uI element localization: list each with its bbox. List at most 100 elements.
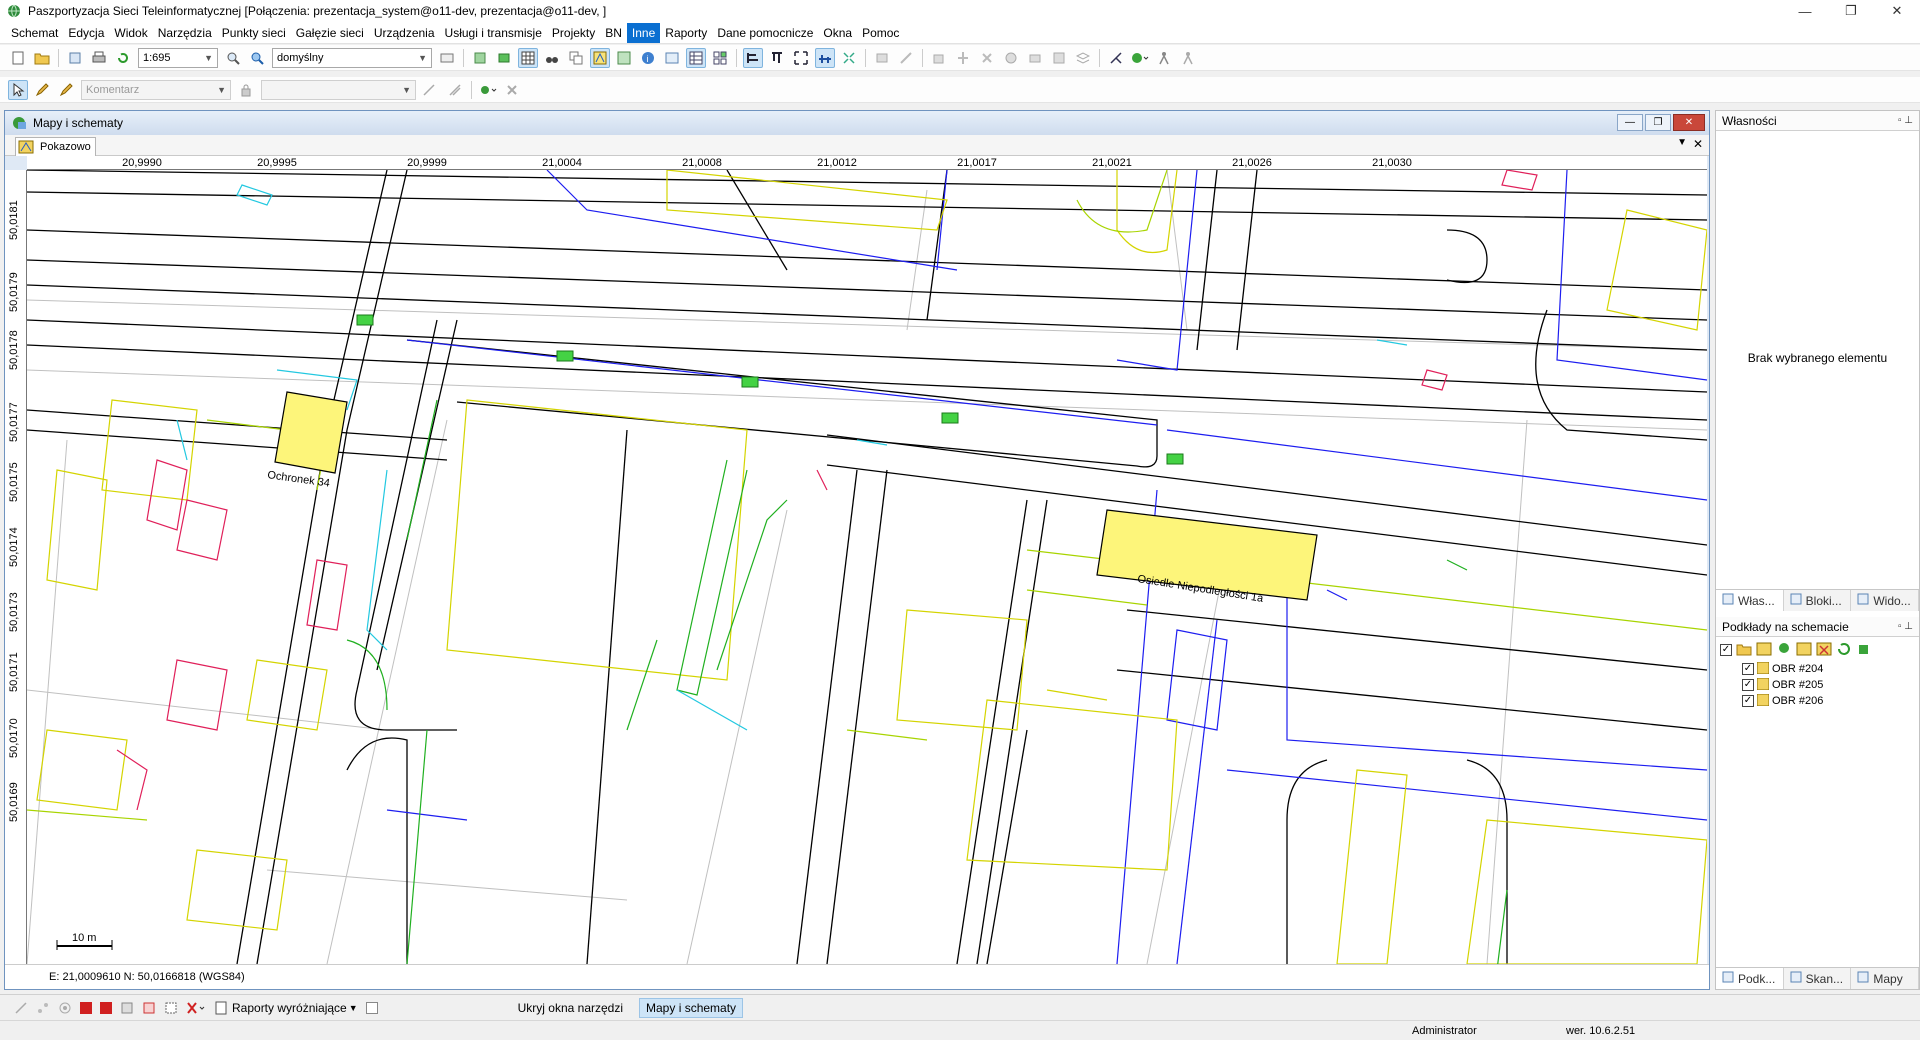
line-weight-icon[interactable]: [445, 80, 465, 100]
grid-view-icon[interactable]: [518, 47, 538, 68]
disabled-print-icon[interactable]: [1025, 48, 1045, 68]
layer-checkbox[interactable]: ✓: [1742, 679, 1754, 691]
close-window-button[interactable]: ✕: [1874, 0, 1920, 22]
copy-icon[interactable]: [566, 48, 586, 68]
menu-item-dane-pomocnicze[interactable]: Dane pomocnicze: [712, 23, 818, 43]
info-icon[interactable]: i: [638, 48, 658, 68]
person-icon[interactable]: [1154, 48, 1174, 68]
scale-combo[interactable]: 1:695 ▼: [138, 47, 218, 68]
folder-icon[interactable]: [1736, 642, 1752, 659]
maps-restore-button[interactable]: ❐: [1645, 114, 1671, 131]
pencil-line-icon[interactable]: [56, 80, 76, 100]
red-square-2-icon[interactable]: [100, 1001, 112, 1014]
person-disabled-icon[interactable]: [1178, 48, 1198, 68]
tab-pokazowo[interactable]: Pokazowo: [15, 137, 96, 156]
align-top-icon[interactable]: [767, 48, 787, 68]
layer-row[interactable]: ✓ OBR #206: [1716, 693, 1919, 709]
pen-disabled-icon[interactable]: [14, 1001, 28, 1015]
fit-icon[interactable]: [839, 48, 859, 68]
style-combo[interactable]: domyślny ▼: [272, 47, 432, 68]
menu-item-urządzenia[interactable]: Urządzenia: [369, 23, 440, 43]
maps-minimize-button[interactable]: —: [1617, 114, 1643, 131]
binoculars-icon[interactable]: [542, 48, 562, 68]
layer-row[interactable]: ✓ OBR #205: [1716, 677, 1919, 693]
panel-tab-0[interactable]: Włas...: [1716, 590, 1784, 611]
select-box-icon[interactable]: [164, 1001, 178, 1015]
expand-icon[interactable]: [791, 48, 811, 68]
network-node[interactable]: [741, 376, 759, 388]
line-style-icon[interactable]: [421, 80, 441, 100]
menu-item-widok[interactable]: Widok: [109, 23, 152, 43]
target-icon[interactable]: [58, 1001, 72, 1015]
disabled-box-icon[interactable]: [1049, 48, 1069, 68]
panel-tab-2[interactable]: Wido...: [1851, 590, 1920, 611]
reports-dropdown[interactable]: Raporty wyróżniające ▼: [214, 1001, 358, 1015]
menu-item-projekty[interactable]: Projekty: [547, 23, 600, 43]
pencil-icon[interactable]: [32, 80, 52, 100]
delete-disabled-icon[interactable]: [502, 80, 522, 100]
minimize-button[interactable]: —: [1782, 0, 1828, 22]
clear-selection-icon[interactable]: [186, 1001, 206, 1015]
restore-button[interactable]: ❐: [1828, 0, 1874, 22]
pin-icon[interactable]: ▫ ⊥: [1898, 621, 1913, 632]
connection-dropdown-icon[interactable]: [478, 80, 498, 100]
menu-item-bn[interactable]: BN: [600, 23, 627, 43]
pin-icon[interactable]: ▫ ⊥: [1898, 115, 1913, 126]
map-remove-icon[interactable]: [1816, 642, 1832, 659]
raster-icon[interactable]: [614, 48, 634, 68]
toggle-checkbox[interactable]: [365, 1001, 378, 1014]
network-node[interactable]: [556, 350, 574, 362]
style-settings-icon[interactable]: [437, 48, 457, 68]
tree-icon[interactable]: [1776, 642, 1792, 659]
panel-tab-1[interactable]: Skan...: [1784, 968, 1852, 989]
map-layer-icon[interactable]: [590, 47, 610, 68]
menu-item-narzędzia[interactable]: Narzędzia: [153, 23, 217, 43]
table-grid-icon[interactable]: [686, 47, 706, 68]
menu-item-punkty-sieci[interactable]: Punkty sieci: [217, 23, 291, 43]
comment-combo[interactable]: Komentarz ▼: [81, 79, 231, 100]
panel-tab-2[interactable]: Mapy: [1851, 968, 1920, 989]
menu-item-pomoc[interactable]: Pomoc: [857, 23, 904, 43]
network-node[interactable]: [1166, 453, 1184, 465]
disabled-circle-icon[interactable]: [1001, 48, 1021, 68]
panel-tab-0[interactable]: Podk...: [1716, 968, 1784, 989]
table-icon[interactable]: [662, 48, 682, 68]
new-schema-icon[interactable]: [8, 48, 28, 68]
align-left-icon[interactable]: [743, 47, 763, 68]
map-green-icon[interactable]: [494, 48, 514, 68]
pen-red-icon[interactable]: [120, 1001, 134, 1015]
map-canvas[interactable]: Ochronek 34 Osiedle Niepodległości 1a 10…: [27, 170, 1707, 964]
maps-and-schemes-button[interactable]: Mapy i schematy: [639, 997, 744, 1018]
zoom-to-fit-icon[interactable]: [247, 48, 267, 68]
network-node[interactable]: [356, 314, 374, 326]
panel-tab-1[interactable]: Bloki...: [1784, 590, 1852, 611]
reload-icon[interactable]: [1836, 642, 1852, 659]
globe-dropdown-icon[interactable]: [1130, 48, 1150, 68]
menu-item-gałęzie-sieci[interactable]: Gałęzie sieci: [291, 23, 369, 43]
open-folder-icon[interactable]: [32, 48, 52, 68]
layer-checkbox[interactable]: ✓: [1742, 663, 1754, 675]
menu-item-edycja[interactable]: Edycja: [63, 23, 109, 43]
map-layer-icon[interactable]: [1756, 642, 1772, 659]
red-square-icon[interactable]: [80, 1001, 92, 1014]
disabled-split-icon[interactable]: [953, 48, 973, 68]
disabled-edit-icon[interactable]: [929, 48, 949, 68]
menu-item-raporty[interactable]: Raporty: [660, 23, 712, 43]
export-icon[interactable]: [65, 48, 85, 68]
map-drawing[interactable]: Ochronek 34 Osiedle Niepodległości 1a 10…: [27, 170, 1707, 964]
disabled-combo[interactable]: ▼: [261, 79, 416, 100]
disabled-delete-icon[interactable]: [977, 48, 997, 68]
network-node[interactable]: [941, 412, 959, 424]
zoom-icon[interactable]: [223, 48, 243, 68]
menu-item-usługi-i-transmisje[interactable]: Usługi i transmisje: [440, 23, 547, 43]
layer-checkbox[interactable]: ✓: [1742, 695, 1754, 707]
puzzle-icon[interactable]: [1856, 642, 1872, 659]
layers-icon[interactable]: [470, 48, 490, 68]
select-all-checkbox[interactable]: ✓: [1720, 644, 1732, 656]
print-icon[interactable]: [89, 48, 109, 68]
nodes-disabled-icon[interactable]: [36, 1001, 50, 1015]
menu-item-inne[interactable]: Inne: [626, 22, 661, 43]
layer-row[interactable]: ✓ OBR #204: [1716, 661, 1919, 677]
disabled-tool-icon[interactable]: [872, 48, 892, 68]
network-icon[interactable]: [1106, 48, 1126, 68]
